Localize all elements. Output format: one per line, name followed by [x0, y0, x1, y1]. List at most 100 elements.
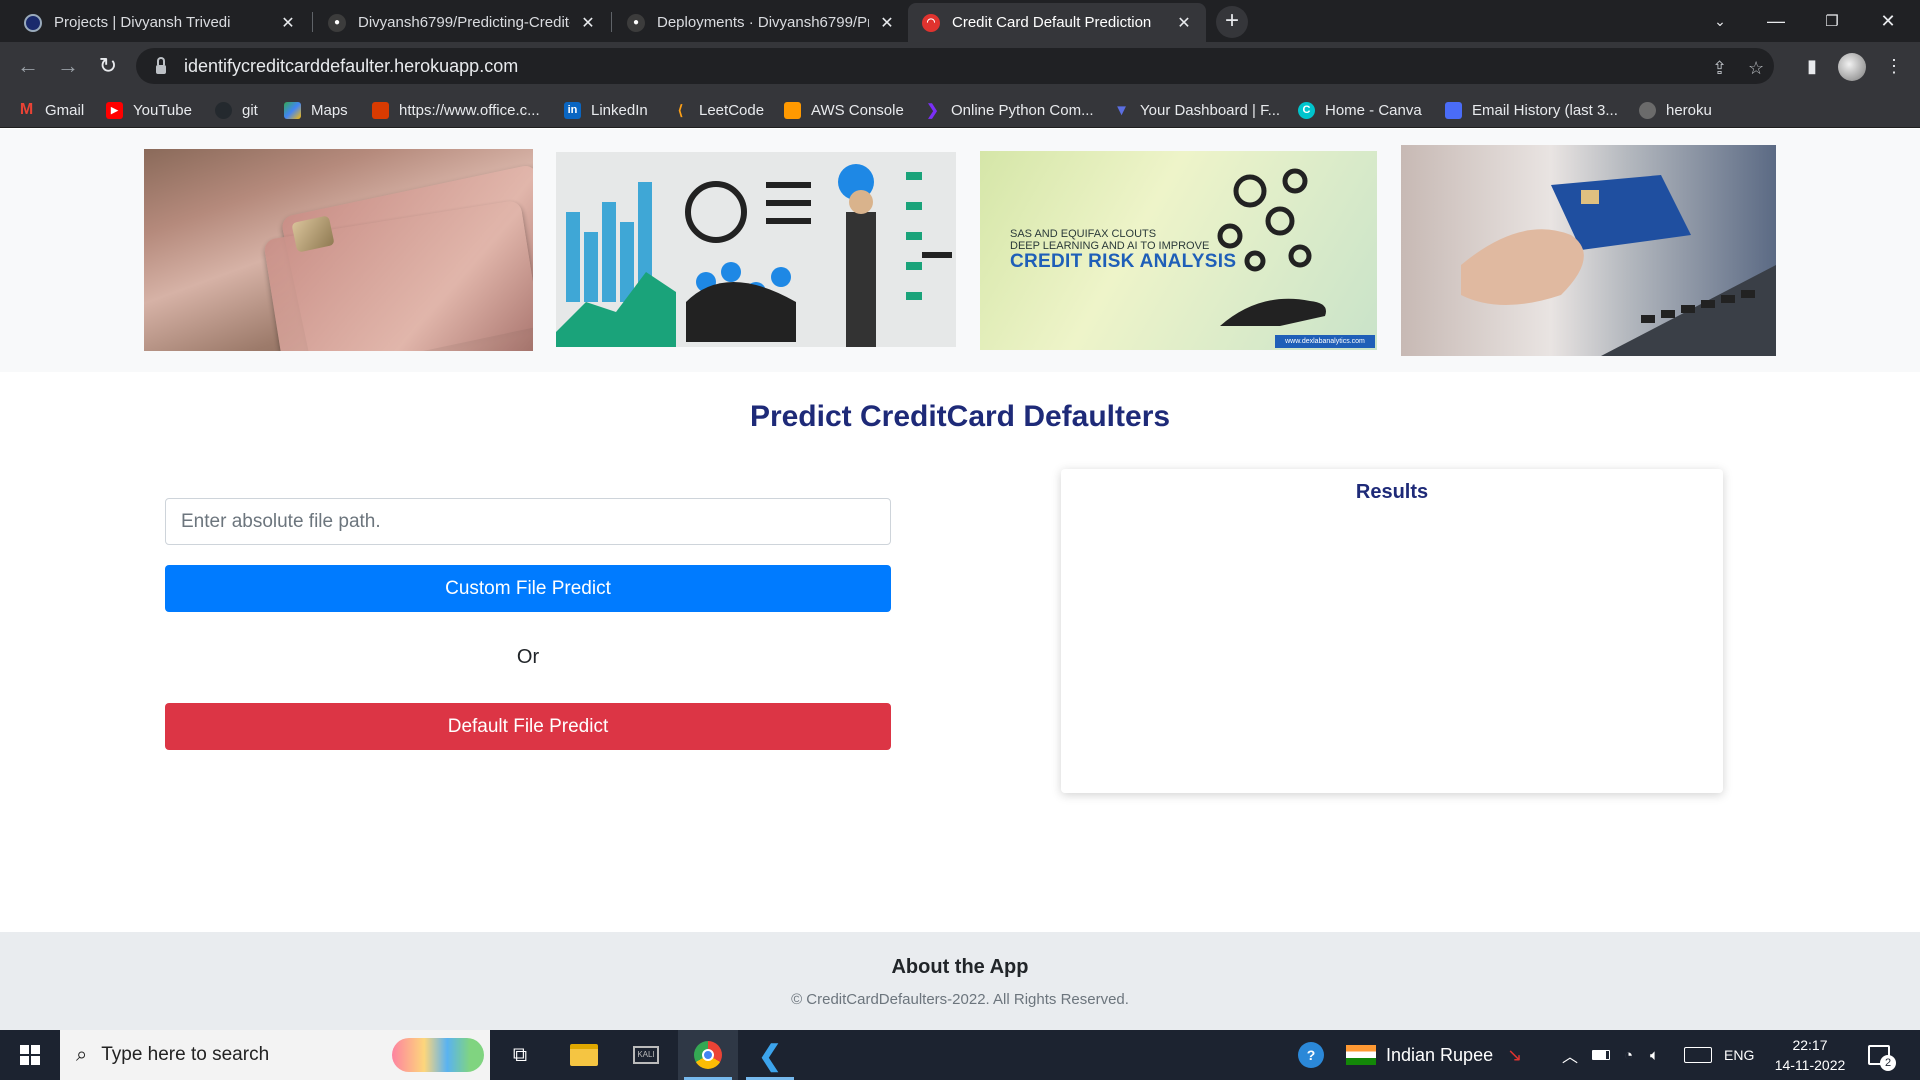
or-separator: Or	[516, 646, 540, 668]
about-the-app-heading: About the App	[891, 956, 1029, 978]
bookmark-email-history[interactable]: Email History (last 3...	[1445, 99, 1618, 121]
restore-icon[interactable]: ❐	[1804, 0, 1860, 42]
heroku-icon	[1639, 101, 1656, 119]
browser-tab[interactable]: ● Divyansh6799/Predicting-Credit- ✕	[314, 3, 610, 42]
copyright-text: © CreditCardDefaulters-2022. All Rights …	[791, 991, 1129, 1008]
address-bar[interactable]: identifycreditcarddefaulter.herokuapp.co…	[136, 48, 1774, 84]
online-payment-image	[1401, 145, 1776, 356]
bookmark-label: heroku	[1666, 101, 1712, 119]
bookmark-label: Email History (last 3...	[1472, 101, 1618, 119]
battery-icon[interactable]	[1592, 1030, 1610, 1080]
profile-avatar[interactable]	[1838, 53, 1866, 81]
close-tab-icon[interactable]: ✕	[877, 13, 897, 33]
vscode-taskbar-icon[interactable]: ❮	[740, 1030, 800, 1080]
india-flag-icon	[1346, 1045, 1376, 1065]
task-view-icon[interactable]: ⧉	[490, 1030, 550, 1080]
wifi-icon[interactable]: ◔	[1624, 1030, 1633, 1080]
tab-title: Deployments · Divyansh6799/Pre	[657, 14, 869, 31]
search-highlight-illustration	[392, 1038, 484, 1072]
close-tab-icon[interactable]: ✕	[578, 13, 598, 33]
default-file-predict-button[interactable]: Default File Predict	[165, 703, 891, 750]
language-indicator[interactable]: ENG	[1724, 1030, 1754, 1080]
bookmark-youtube[interactable]: ▶ YouTube	[106, 99, 192, 121]
volume-icon[interactable]: 🔈︎	[1650, 1030, 1659, 1080]
github-icon: ●	[328, 13, 346, 32]
close-window-icon[interactable]: ✕	[1860, 0, 1916, 42]
windows-logo-icon	[20, 1045, 40, 1065]
new-tab-button[interactable]: +	[1216, 6, 1248, 38]
bookmark-gmail[interactable]: M Gmail	[18, 99, 84, 121]
site-icon: ◠	[922, 13, 940, 32]
browser-toolbar: ← → ↻ identifycreditcarddefaulter.heroku…	[0, 42, 1920, 90]
chrome-icon	[694, 1041, 722, 1069]
footer: About the App © CreditCardDefaulters-202…	[0, 932, 1920, 1030]
tab-separator	[312, 12, 313, 32]
banner-strip: SAS AND EQUIFAX CLOUTS DEEP LEARNING AND…	[0, 129, 1920, 372]
bookmark-canva[interactable]: C Home - Canva	[1298, 99, 1422, 121]
browser-tab-active[interactable]: ◠ Credit Card Default Prediction ✕	[908, 3, 1206, 42]
bookmark-label: Maps	[311, 101, 348, 119]
python-compiler-icon: ❯	[926, 102, 939, 119]
back-arrow-icon[interactable]: ←	[12, 50, 44, 82]
bookmark-git[interactable]: git	[215, 99, 258, 121]
tab-title: Projects | Divyansh Trivedi	[54, 14, 231, 31]
bookmark-heroku[interactable]: heroku	[1639, 99, 1712, 121]
image-footer: www.dexlabanalytics.com	[1275, 335, 1375, 348]
laptop-card-illustration	[1461, 175, 1776, 356]
share-icon[interactable]: ⇪	[1712, 58, 1727, 79]
notification-icon: 2	[1868, 1045, 1896, 1071]
close-tab-icon[interactable]: ✕	[278, 13, 298, 33]
bookmark-label: LeetCode	[699, 101, 765, 119]
browser-tab[interactable]: ● Deployments · Divyansh6799/Pre ✕	[613, 3, 909, 42]
bookmark-leetcode[interactable]: ⟨ LeetCode	[672, 99, 764, 121]
show-hidden-icons[interactable]: ︿	[1562, 1030, 1578, 1080]
gmail-icon: M	[19, 101, 34, 118]
clock-time: 22:17	[1792, 1037, 1828, 1053]
tab-separator	[611, 12, 612, 32]
currency-label: Indian Rupee	[1386, 1044, 1494, 1065]
bookmark-label: Gmail	[45, 101, 85, 119]
bookmark-maps[interactable]: Maps	[284, 99, 348, 121]
bookmark-label: Home - Canva	[1325, 101, 1422, 119]
keyboard-icon[interactable]	[1684, 1030, 1712, 1080]
reload-icon[interactable]: ↻	[92, 50, 124, 82]
bookmark-label: git	[242, 101, 258, 119]
url-text: identifycreditcarddefaulter.herokuapp.co…	[184, 55, 519, 76]
file-explorer-icon[interactable]	[554, 1030, 614, 1080]
file-path-input[interactable]	[165, 498, 891, 545]
lock-icon[interactable]	[156, 56, 166, 74]
linkedin-icon: in	[564, 101, 581, 119]
currency-widget[interactable]: Indian Rupee ↘	[1346, 1030, 1522, 1080]
notification-count-badge: 2	[1880, 1055, 1896, 1071]
bookmark-office[interactable]: https://www.office.c...	[372, 99, 540, 121]
system-clock[interactable]: 22:17 14-11-2022	[1760, 1035, 1860, 1075]
bookmark-aws[interactable]: AWS Console	[784, 99, 904, 121]
close-tab-icon[interactable]: ✕	[1174, 13, 1194, 33]
vscode-icon: ❮	[758, 1039, 782, 1071]
kali-terminal-icon[interactable]: KALI	[616, 1030, 676, 1080]
help-icon[interactable]: ?	[1298, 1030, 1324, 1080]
browser-tab-strip: Projects | Divyansh Trivedi ✕ ● Divyansh…	[0, 0, 1920, 42]
bookmark-python-compiler[interactable]: ❯ Online Python Com...	[924, 99, 1093, 121]
bookmark-star-icon[interactable]: ☆	[1748, 58, 1764, 79]
notifications-button[interactable]: 2	[1868, 1030, 1896, 1080]
tab-search-chevron-icon[interactable]: ⌄	[1692, 0, 1748, 42]
bookmark-label: Your Dashboard | F...	[1140, 101, 1281, 119]
browser-tab[interactable]: Projects | Divyansh Trivedi ✕	[10, 3, 310, 42]
portfolio-icon	[24, 13, 42, 32]
chrome-taskbar-icon[interactable]	[678, 1030, 738, 1080]
bookmark-label: YouTube	[133, 101, 192, 119]
minimize-icon[interactable]: —	[1748, 0, 1804, 42]
taskbar-search[interactable]: ⌕ Type here to search	[60, 1030, 490, 1080]
start-button[interactable]	[0, 1030, 60, 1080]
bookmark-linkedin[interactable]: in LinkedIn	[564, 99, 648, 121]
custom-file-predict-button[interactable]: Custom File Predict	[165, 565, 891, 612]
search-icon: ⌕	[76, 1043, 88, 1066]
page-title: Predict CreditCard Defaulters	[749, 400, 1171, 433]
bookmark-dashboard[interactable]: ▼ Your Dashboard | F...	[1113, 99, 1280, 121]
side-panel-icon[interactable]: ▮	[1796, 50, 1828, 82]
menu-kebab-icon[interactable]: ⋮	[1878, 50, 1910, 82]
bookmark-label: LinkedIn	[591, 101, 648, 119]
forward-arrow-icon[interactable]: →	[52, 50, 84, 82]
email-history-icon	[1445, 101, 1462, 119]
